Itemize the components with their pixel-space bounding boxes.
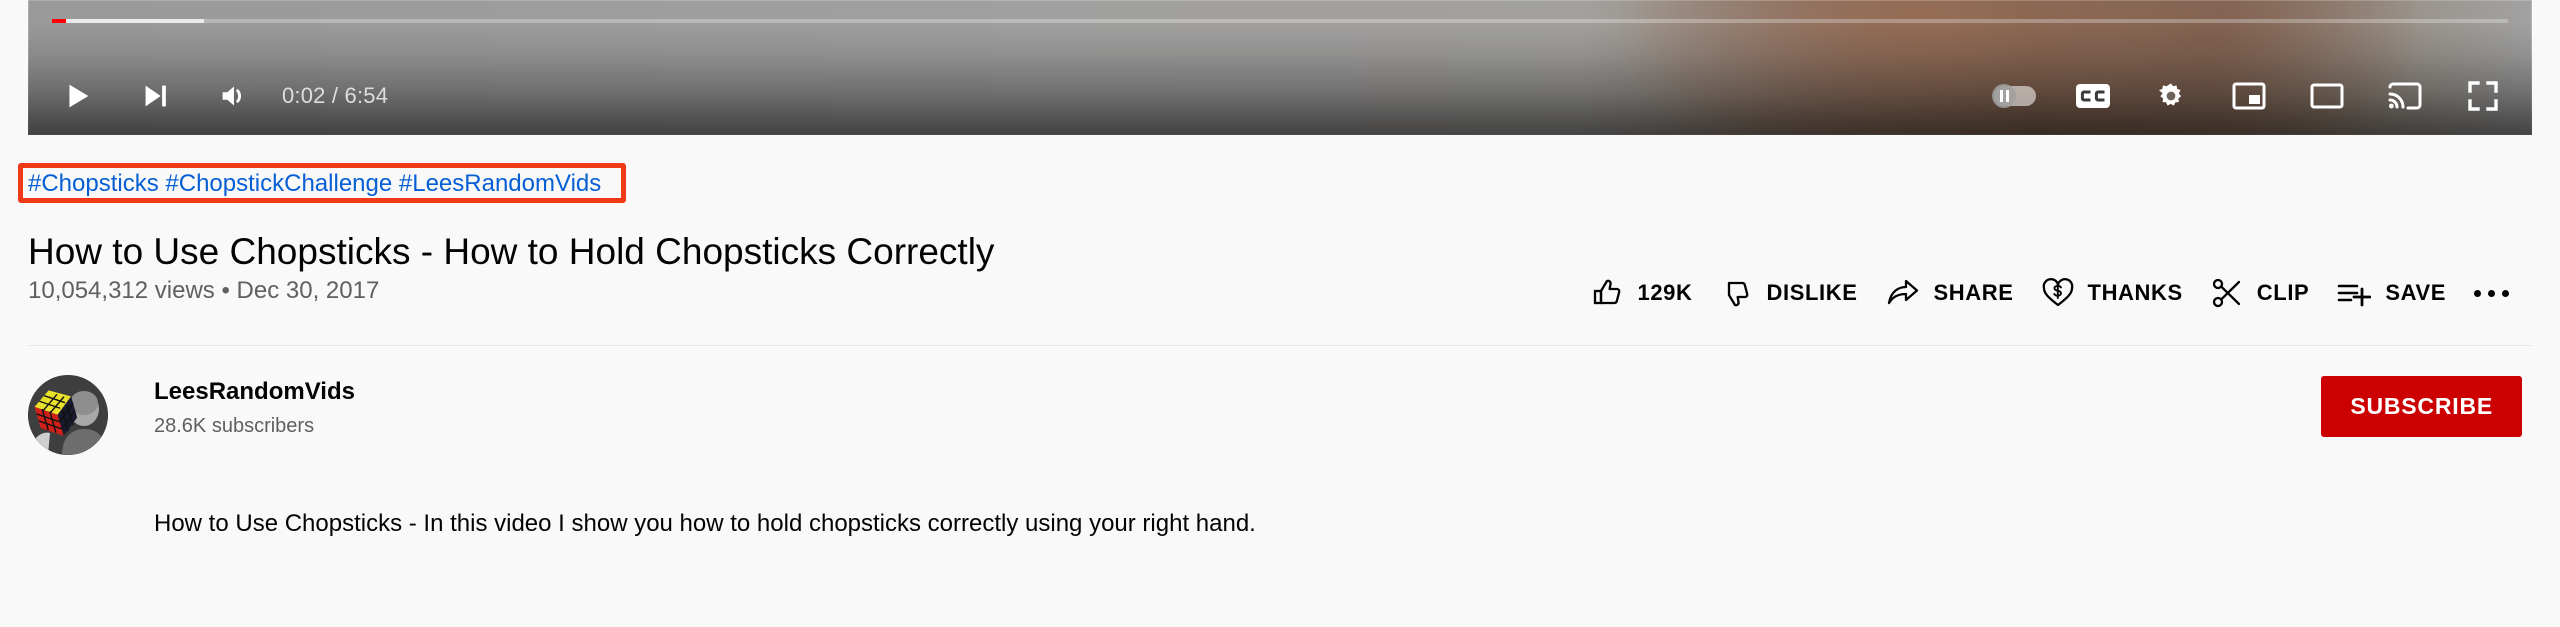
next-video-button[interactable] (116, 57, 194, 135)
save-button[interactable]: SAVE (2323, 263, 2460, 323)
autoplay-toggle[interactable] (1976, 57, 2054, 135)
share-label: SHARE (1933, 280, 2014, 305)
closed-captions-icon (2075, 82, 2111, 110)
next-icon (138, 79, 172, 113)
save-label: SAVE (2385, 280, 2446, 305)
progress-loaded (52, 19, 205, 23)
like-count: 129K (1637, 280, 1693, 305)
play-button[interactable] (38, 57, 116, 135)
play-icon (60, 79, 94, 113)
settings-button[interactable] (2132, 57, 2210, 135)
hashtag-leesrandomvids[interactable]: #LeesRandomVids (399, 170, 601, 197)
subscriber-count: 28.6K subscribers (154, 415, 315, 437)
progress-track (52, 19, 2508, 23)
thanks-button[interactable]: THANKS (2028, 263, 2197, 323)
share-arrow-icon (1886, 277, 1920, 309)
share-button[interactable]: SHARE (1872, 263, 2028, 323)
miniplayer-button[interactable] (2210, 57, 2288, 135)
fullscreen-icon (2467, 80, 2499, 112)
hashtag-chopstickchallenge[interactable]: #ChopstickChallenge (165, 170, 392, 197)
like-button[interactable]: 129K (1578, 263, 1707, 323)
gear-icon (2154, 79, 2188, 113)
dislike-button[interactable]: DISLIKE (1707, 263, 1872, 323)
player-controls-bar: 0:02 / 6:54 (28, 57, 2532, 135)
channel-row: LeesRandomVids 28.6K subscribers SUBSCRI… (28, 375, 2532, 475)
volume-button[interactable] (194, 57, 272, 135)
channel-info: LeesRandomVids 28.6K subscribers (154, 377, 355, 439)
cast-icon (2388, 81, 2422, 111)
channel-name[interactable]: LeesRandomVids (154, 377, 355, 407)
more-actions-button[interactable] (2460, 263, 2522, 323)
fullscreen-button[interactable] (2444, 57, 2522, 135)
player-controls-left: 0:02 / 6:54 (38, 57, 402, 135)
player-controls-right (1976, 57, 2522, 135)
volume-icon (216, 79, 250, 113)
view-count-and-date: 10,054,312 views • Dec 30, 2017 (28, 277, 380, 304)
theater-mode-button[interactable] (2288, 57, 2366, 135)
autoplay-toggle-icon (1992, 80, 2038, 112)
thumbs-down-icon (1721, 277, 1753, 309)
video-meta-row: 10,054,312 views • Dec 30, 2017 129K DIS… (28, 263, 2532, 323)
scissors-icon (2211, 277, 2243, 309)
miniplayer-icon (2232, 81, 2266, 111)
clip-button[interactable]: CLIP (2197, 263, 2324, 323)
subtitles-button[interactable] (2054, 57, 2132, 135)
video-action-buttons: 129K DISLIKE SHARE THANKS CLIP SAVE (1578, 263, 2522, 323)
video-description[interactable]: How to Use Chopsticks - In this video I … (154, 503, 1454, 544)
progress-played (52, 19, 66, 23)
cast-button[interactable] (2366, 57, 2444, 135)
channel-avatar[interactable] (28, 375, 108, 455)
video-progress-bar[interactable] (52, 17, 2508, 25)
save-playlist-icon (2337, 277, 2372, 309)
more-horizontal-icon (2473, 289, 2509, 297)
avatar-image (28, 375, 108, 455)
video-player[interactable]: 0:02 / 6:54 (28, 0, 2532, 135)
time-display: 0:02 / 6:54 (282, 83, 389, 108)
thanks-label: THANKS (2087, 280, 2183, 305)
section-divider (28, 345, 2532, 346)
thumbs-up-icon (1592, 277, 1624, 309)
hashtag-chopsticks[interactable]: #Chopsticks (28, 170, 159, 197)
subscribe-button[interactable]: SUBSCRIBE (2321, 376, 2522, 437)
heart-dollar-icon (2042, 277, 2074, 309)
dislike-label: DISLIKE (1766, 280, 1858, 305)
hashtag-list[interactable]: #Chopsticks #ChopstickChallenge #LeesRan… (28, 171, 601, 197)
clip-label: CLIP (2256, 280, 2310, 305)
theater-mode-icon (2310, 81, 2344, 111)
